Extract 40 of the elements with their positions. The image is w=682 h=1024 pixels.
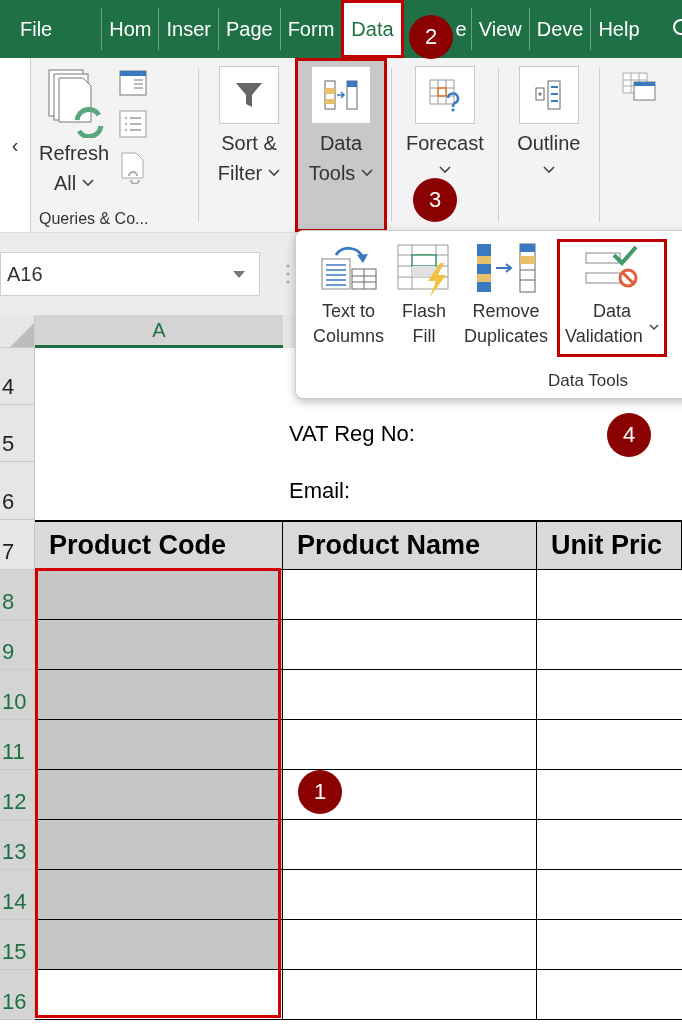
- outline-button[interactable]: Outline: [502, 58, 595, 232]
- row-number[interactable]: 5: [0, 405, 35, 462]
- ribbon-tab[interactable]: Data: [341, 0, 404, 58]
- column-header[interactable]: A: [35, 315, 283, 348]
- ribbon-tab[interactable]: Hom: [101, 8, 159, 50]
- ribbon-tab[interactable]: Deve: [528, 8, 591, 50]
- group-label: Data Tools: [548, 371, 629, 391]
- row-number[interactable]: 4: [0, 348, 35, 405]
- row-number[interactable]: 13: [0, 820, 35, 870]
- ribbon-tab[interactable]: e: [451, 8, 471, 50]
- row-number[interactable]: 9: [0, 620, 35, 670]
- text-to-columns-button[interactable]: Text to Columns: [310, 239, 388, 357]
- row-number[interactable]: 16: [0, 970, 35, 1020]
- column-heading-cell: Product Name: [283, 520, 537, 570]
- refresh-all-button[interactable]: Refresh All: [39, 66, 110, 210]
- ribbon-tab[interactable]: File: [0, 8, 60, 50]
- sort-filter-button[interactable]: Sort & Filter: [203, 58, 295, 232]
- ribbon-tab[interactable]: View: [470, 8, 529, 50]
- ribbon-tab[interactable]: Page: [217, 8, 280, 50]
- column-heading-cell: Unit Pric: [537, 520, 682, 570]
- row-number[interactable]: 15: [0, 920, 35, 970]
- label-text: Email:: [289, 478, 351, 504]
- name-box[interactable]: A16: [0, 252, 260, 296]
- data-tools-button[interactable]: Data Tools: [295, 58, 387, 232]
- row-number[interactable]: 7: [0, 520, 35, 570]
- row-number[interactable]: 8: [0, 570, 35, 620]
- label-text: VAT Reg No:: [289, 420, 415, 447]
- row-number[interactable]: 12: [0, 770, 35, 820]
- row-number[interactable]: 6: [0, 462, 35, 520]
- column-heading-cell: Product Code: [35, 520, 283, 570]
- ribbon-tab[interactable]: Inser: [158, 8, 218, 50]
- remove-duplicates-button[interactable]: Remove Duplicates: [461, 239, 552, 357]
- step-marker: 4: [607, 413, 651, 457]
- data-validation-button[interactable]: Data Validation: [557, 239, 667, 357]
- row-number[interactable]: 10: [0, 670, 35, 720]
- ribbon-tab[interactable]: Help: [590, 8, 647, 50]
- row-number[interactable]: 11: [0, 720, 35, 770]
- row-number[interactable]: 14: [0, 870, 35, 920]
- group-label: Queries & Co...: [39, 210, 150, 228]
- flash-fill-button[interactable]: Flash Fill: [393, 239, 456, 357]
